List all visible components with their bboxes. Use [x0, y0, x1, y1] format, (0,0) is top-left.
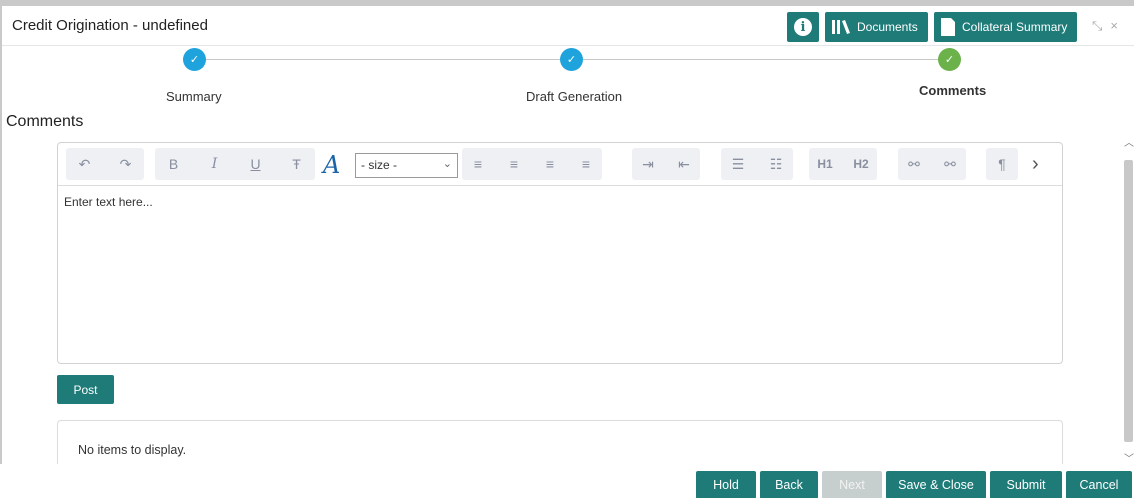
strikethrough-icon[interactable]: Ŧ — [278, 148, 315, 180]
hold-button[interactable]: Hold — [696, 471, 756, 498]
indent-icon[interactable]: ⇥ — [632, 148, 664, 180]
scrollbar-thumb[interactable] — [1124, 160, 1133, 442]
post-button[interactable]: Post — [57, 375, 114, 404]
redo-icon[interactable]: ↷ — [107, 148, 144, 180]
step-connector — [206, 59, 560, 60]
documents-button[interactable]: Documents — [825, 12, 928, 42]
step-summary-check-icon[interactable]: ✓ — [183, 48, 206, 71]
next-button[interactable]: Next — [822, 471, 882, 498]
window-controls: ⤡× — [1092, 18, 1126, 34]
info-button[interactable]: i — [787, 12, 819, 42]
editor-toolbar: ↶ ↷ B I U Ŧ A - size - ⌄ ≡ ≡ ≡ ≡ ⇥ ⇤ ☰ ☷ — [58, 143, 1062, 186]
empty-list-message: No items to display. — [78, 443, 187, 457]
bold-icon[interactable]: B — [155, 148, 192, 180]
scroll-down-icon[interactable]: ﹀ — [1124, 450, 1134, 465]
step-comments-check-icon[interactable]: ✓ — [938, 48, 961, 71]
step-summary-label[interactable]: Summary — [166, 89, 222, 104]
comments-section-title: Comments — [6, 113, 84, 130]
heading-group: H1 H2 — [809, 148, 877, 180]
save-close-button[interactable]: Save & Close — [886, 471, 986, 498]
underline-icon[interactable]: U — [237, 148, 274, 180]
window-header: Credit Origination - undefined i Documen… — [2, 6, 1134, 46]
justify-icon[interactable]: ≡ — [570, 148, 602, 180]
link-icon[interactable]: ⚯ — [898, 148, 930, 180]
paragraph-icon[interactable]: ¶ — [986, 148, 1018, 180]
step-draft-generation-check-icon[interactable]: ✓ — [560, 48, 583, 71]
back-button[interactable]: Back — [760, 471, 818, 498]
comment-text-area[interactable]: Enter text here... — [64, 195, 153, 209]
font-color-icon[interactable]: A — [323, 151, 340, 179]
collateral-summary-button[interactable]: Collateral Summary — [934, 12, 1077, 42]
step-connector — [583, 59, 938, 60]
indent-group: ⇥ ⇤ — [632, 148, 700, 180]
step-draft-generation-label[interactable]: Draft Generation — [526, 89, 622, 104]
paragraph-group: ¶ — [986, 148, 1018, 180]
link-group: ⚯ ⚯ — [898, 148, 966, 180]
info-icon: i — [794, 18, 812, 36]
font-size-value: - size - — [361, 158, 397, 172]
heading2-icon[interactable]: H2 — [845, 148, 877, 180]
collateral-summary-label: Collateral Summary — [962, 20, 1068, 34]
close-icon[interactable]: × — [1110, 18, 1126, 33]
minimize-icon[interactable]: ⤡ — [1092, 18, 1110, 33]
font-size-select[interactable]: - size - ⌄ — [355, 153, 458, 178]
scroll-up-icon[interactable]: ︿ — [1124, 134, 1134, 149]
list-group: ☰ ☷ — [721, 148, 793, 180]
rich-text-editor: ↶ ↷ B I U Ŧ A - size - ⌄ ≡ ≡ ≡ ≡ ⇥ ⇤ ☰ ☷ — [57, 142, 1063, 364]
step-comments-label[interactable]: Comments — [919, 83, 986, 98]
heading1-icon[interactable]: H1 — [809, 148, 841, 180]
align-center-icon[interactable]: ≡ — [498, 148, 530, 180]
submit-button[interactable]: Submit — [990, 471, 1062, 498]
window-title: Credit Origination - undefined — [12, 17, 208, 34]
documents-label: Documents — [857, 20, 918, 34]
document-icon — [941, 18, 955, 36]
toolbar-more-icon[interactable]: › — [1032, 153, 1039, 176]
italic-icon[interactable]: I — [196, 148, 233, 180]
align-right-icon[interactable]: ≡ — [534, 148, 566, 180]
bullet-list-icon[interactable]: ☰ — [721, 148, 755, 180]
unlink-icon[interactable]: ⚯ — [934, 148, 966, 180]
numbered-list-icon[interactable]: ☷ — [759, 148, 793, 180]
outdent-icon[interactable]: ⇤ — [668, 148, 700, 180]
undo-icon[interactable]: ↶ — [66, 148, 103, 180]
format-group: B I U Ŧ — [155, 148, 315, 180]
library-icon — [832, 20, 850, 34]
align-group: ≡ ≡ ≡ ≡ — [462, 148, 602, 180]
align-left-icon[interactable]: ≡ — [462, 148, 494, 180]
cancel-button[interactable]: Cancel — [1066, 471, 1132, 498]
chevron-down-icon: ⌄ — [442, 158, 452, 170]
footer-actions: Hold Back Next Save & Close Submit Cance… — [0, 464, 1134, 498]
history-group: ↶ ↷ — [66, 148, 144, 180]
